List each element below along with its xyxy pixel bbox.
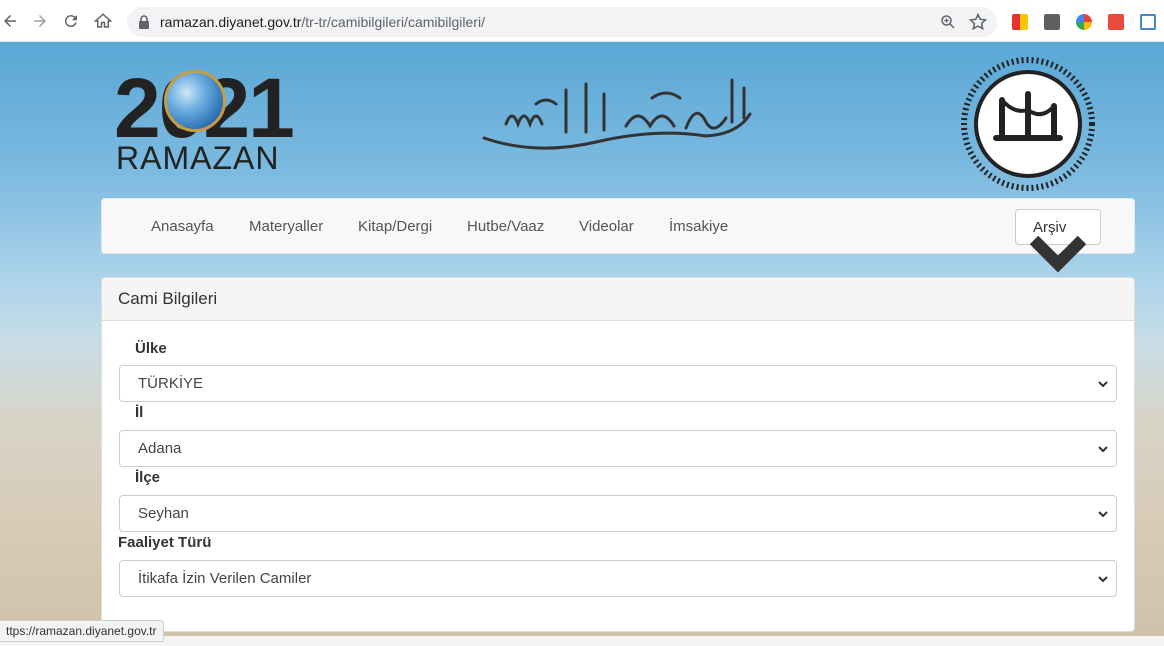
activity-type-label: Faaliyet Türü <box>118 534 212 551</box>
back-arrow-icon[interactable] <box>0 11 20 31</box>
activity-type-select-value: İtikafa İzin Verilen Camiler <box>138 570 312 587</box>
chevron-down-icon <box>1098 446 1108 453</box>
chevron-down-icon <box>1098 576 1108 583</box>
archive-select-label: Arşiv <box>1033 219 1067 236</box>
arabic-calligraphy-image <box>482 78 752 150</box>
province-select-value: Adana <box>138 440 182 457</box>
page-viewport: 2021 RAMAZAN Anasayfa Materyaller Kitap/… <box>0 42 1164 646</box>
nav-link-videolar[interactable]: Videolar <box>579 218 634 235</box>
url-text: ramazan.diyanet.gov.tr/tr-tr/camibilgile… <box>160 14 485 30</box>
panel-heading: Cami Bilgileri <box>102 278 1134 321</box>
diyanet-logo[interactable] <box>958 54 1098 194</box>
main-navbar: Anasayfa Materyaller Kitap/Dergi Hutbe/V… <box>101 198 1135 273</box>
nav-link-kitap-dergi[interactable]: Kitap/Dergi <box>358 218 432 235</box>
nav-link-anasayfa[interactable]: Anasayfa <box>151 218 214 235</box>
forward-arrow-icon[interactable] <box>30 11 50 31</box>
chevron-down-icon <box>1098 381 1108 388</box>
globe-icon <box>164 70 226 132</box>
extension-blue-icon[interactable] <box>1140 14 1156 30</box>
nav-link-materyaller[interactable]: Materyaller <box>249 218 323 235</box>
extension-info-icon[interactable] <box>1044 14 1060 30</box>
activity-type-select[interactable]: İtikafa İzin Verilen Camiler <box>119 560 1117 597</box>
extension-flag-icon[interactable] <box>1012 14 1028 30</box>
home-icon[interactable] <box>93 11 113 31</box>
province-select[interactable]: Adana <box>119 430 1117 467</box>
archive-select[interactable]: Arşiv <box>1015 209 1101 273</box>
country-label: Ülke <box>135 340 167 357</box>
browser-toolbar: ramazan.diyanet.gov.tr/tr-tr/camibilgile… <box>0 0 1164 42</box>
zoom-icon[interactable] <box>939 13 957 31</box>
reload-icon[interactable] <box>61 11 81 31</box>
nav-link-imsakiye[interactable]: İmsakiye <box>669 218 728 235</box>
country-select[interactable]: TÜRKİYE <box>119 365 1117 402</box>
extension-red-icon[interactable] <box>1108 14 1124 30</box>
district-label: İlçe <box>135 469 161 486</box>
country-select-value: TÜRKİYE <box>138 375 204 392</box>
mosque-info-panel: Cami Bilgileri Ülke TÜRKİYE İl Adana İlç… <box>101 277 1135 632</box>
district-select[interactable]: Seyhan <box>119 495 1117 532</box>
panel-title: Cami Bilgileri <box>118 289 218 308</box>
logo-word: RAMAZAN <box>116 140 280 176</box>
district-select-value: Seyhan <box>138 505 189 522</box>
lock-icon[interactable] <box>137 14 151 30</box>
extension-chrome-icon[interactable] <box>1076 14 1092 30</box>
ramazan-2021-logo[interactable]: 2021 RAMAZAN <box>114 66 314 176</box>
province-label: İl <box>135 404 144 421</box>
star-icon[interactable] <box>968 12 988 32</box>
nav-link-hutbe-vaaz[interactable]: Hutbe/Vaaz <box>467 218 544 235</box>
chevron-down-icon <box>1098 511 1108 518</box>
status-url-bubble: ttps://ramazan.diyanet.gov.tr <box>0 620 164 642</box>
address-bar[interactable]: ramazan.diyanet.gov.tr/tr-tr/camibilgile… <box>127 7 997 37</box>
